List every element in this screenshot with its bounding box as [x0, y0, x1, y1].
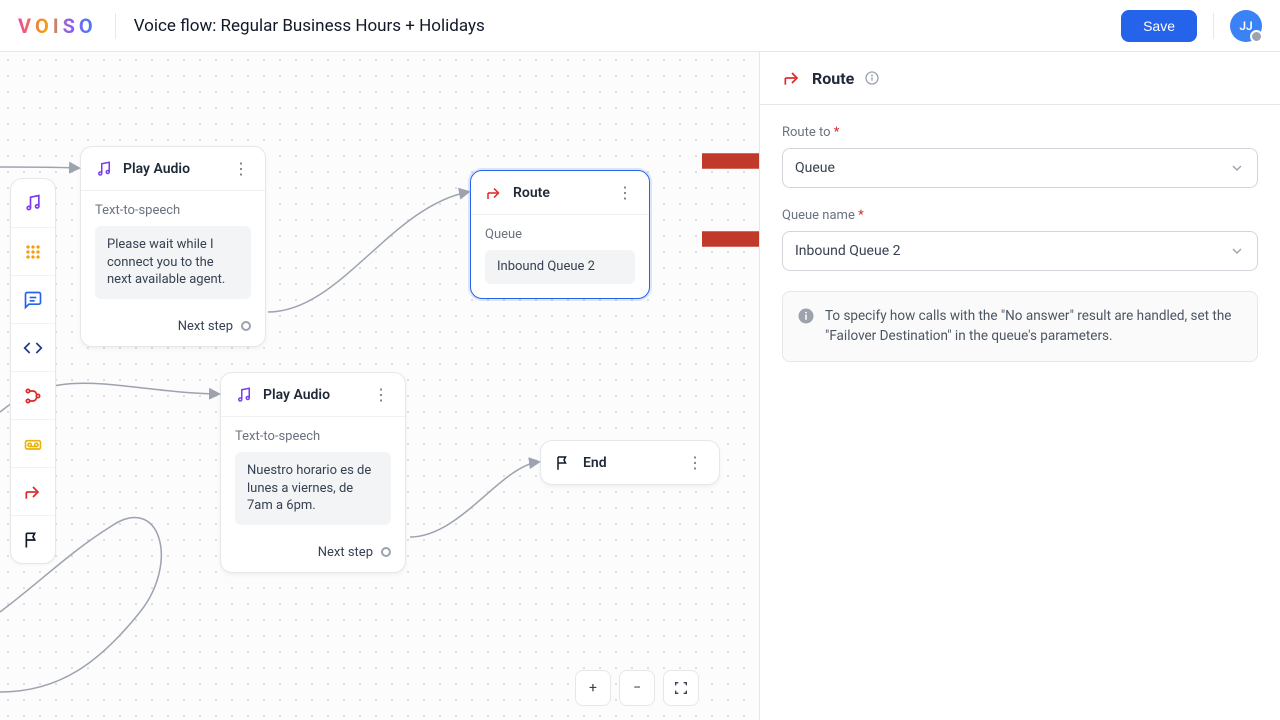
node-text: Nuestro horario es de lunes a viernes, d…: [235, 452, 391, 525]
node-title: End: [583, 455, 675, 471]
flag-icon: [555, 454, 573, 472]
page-title: Voice flow: Regular Business Hours + Hol…: [134, 16, 485, 36]
app-header: VOISO Voice flow: Regular Business Hours…: [0, 0, 1280, 52]
node-title: Route: [513, 185, 605, 201]
tool-palette: [10, 178, 56, 564]
dialpad-icon: [23, 242, 43, 262]
tool-dialpad[interactable]: [11, 227, 55, 275]
route-arrow-icon: [23, 482, 43, 502]
message-icon: [23, 290, 43, 310]
failover-note-text: To specify how calls with the "No answer…: [825, 306, 1243, 347]
node-footer: Next step: [81, 313, 265, 346]
field-route-to: Route to * Queue: [782, 125, 1258, 188]
save-button[interactable]: Save: [1121, 10, 1197, 42]
main: Play Audio ⋮ Text-to-speech Please wait …: [0, 52, 1280, 720]
next-step-label: Next step: [318, 545, 373, 560]
zoom-out-button[interactable]: −: [619, 670, 655, 706]
code-icon: [23, 338, 43, 358]
zoom-fit-button[interactable]: [663, 670, 699, 706]
route-to-value: Queue: [795, 160, 835, 176]
fullscreen-icon: [673, 680, 689, 696]
node-header: Play Audio ⋮: [81, 147, 265, 190]
annotation-arrow-queue-name: [702, 228, 760, 250]
queue-name-select[interactable]: Inbound Queue 2: [782, 231, 1258, 271]
route-arrow-icon: [782, 68, 802, 88]
node-header: End ⋮: [541, 441, 719, 484]
header-right: Save JJ: [1121, 10, 1262, 42]
panel-header: Route: [760, 52, 1280, 105]
voicemail-icon: [23, 434, 43, 454]
music-icon: [235, 386, 253, 404]
info-icon: [797, 307, 815, 325]
node-title: Play Audio: [263, 387, 361, 403]
music-icon: [23, 193, 43, 213]
node-menu-button[interactable]: ⋮: [685, 453, 705, 472]
route-to-label: Route to *: [782, 125, 1258, 140]
queue-name-value: Inbound Queue 2: [795, 243, 900, 259]
header-left: VOISO Voice flow: Regular Business Hours…: [18, 13, 485, 39]
properties-panel: Route Route to * Queue Queue name * Inbo…: [760, 52, 1280, 720]
route-to-select[interactable]: Queue: [782, 148, 1258, 188]
tool-branch[interactable]: [11, 371, 55, 419]
queue-name-label: Queue name *: [782, 208, 1258, 223]
annotation-arrow-route-to: [702, 150, 760, 172]
tool-code[interactable]: [11, 323, 55, 371]
info-icon[interactable]: [864, 70, 880, 86]
failover-note: To specify how calls with the "No answer…: [782, 291, 1258, 362]
panel-body: Route to * Queue Queue name * Inbound Qu…: [760, 105, 1280, 382]
node-body: Text-to-speech Nuestro horario es de lun…: [221, 417, 405, 539]
divider: [115, 13, 116, 39]
panel-title: Route: [812, 69, 854, 88]
node-play-audio-2[interactable]: Play Audio ⋮ Text-to-speech Nuestro hora…: [220, 372, 406, 573]
zoom-in-button[interactable]: +: [575, 670, 611, 706]
node-end[interactable]: End ⋮: [540, 440, 720, 485]
chevron-down-icon: [1229, 243, 1245, 259]
node-body: Text-to-speech Please wait while I conne…: [81, 191, 265, 313]
node-menu-button[interactable]: ⋮: [231, 159, 251, 178]
tool-message[interactable]: [11, 275, 55, 323]
logo: VOISO: [18, 14, 97, 38]
chevron-down-icon: [1229, 160, 1245, 176]
tool-audio[interactable]: [11, 179, 55, 227]
node-menu-button[interactable]: ⋮: [615, 183, 635, 202]
node-footer: Next step: [221, 539, 405, 572]
tool-voicemail[interactable]: [11, 419, 55, 467]
node-play-audio-1[interactable]: Play Audio ⋮ Text-to-speech Please wait …: [80, 146, 266, 347]
node-subtitle: Queue: [485, 227, 635, 242]
branch-icon: [23, 386, 43, 406]
route-arrow-icon: [485, 184, 503, 202]
field-queue-name: Queue name * Inbound Queue 2: [782, 208, 1258, 271]
node-subtitle: Text-to-speech: [95, 203, 251, 218]
node-body: Queue Inbound Queue 2: [471, 215, 649, 298]
zoom-controls: + −: [575, 670, 699, 706]
node-header: Route ⋮: [471, 171, 649, 214]
tool-end[interactable]: [11, 515, 55, 563]
node-title: Play Audio: [123, 161, 221, 177]
node-subtitle: Text-to-speech: [235, 429, 391, 444]
node-menu-button[interactable]: ⋮: [371, 385, 391, 404]
next-step-label: Next step: [178, 319, 233, 334]
tool-route[interactable]: [11, 467, 55, 515]
node-text: Please wait while I connect you to the n…: [95, 226, 251, 299]
avatar[interactable]: JJ: [1230, 10, 1262, 42]
node-route[interactable]: Route ⋮ Queue Inbound Queue 2: [470, 170, 650, 299]
flag-icon: [23, 530, 43, 550]
output-port[interactable]: [381, 547, 391, 557]
music-icon: [95, 160, 113, 178]
node-queue-chip: Inbound Queue 2: [485, 250, 635, 284]
divider: [1213, 13, 1214, 39]
output-port[interactable]: [241, 321, 251, 331]
node-header: Play Audio ⋮: [221, 373, 405, 416]
flow-canvas[interactable]: Play Audio ⋮ Text-to-speech Please wait …: [0, 52, 760, 720]
